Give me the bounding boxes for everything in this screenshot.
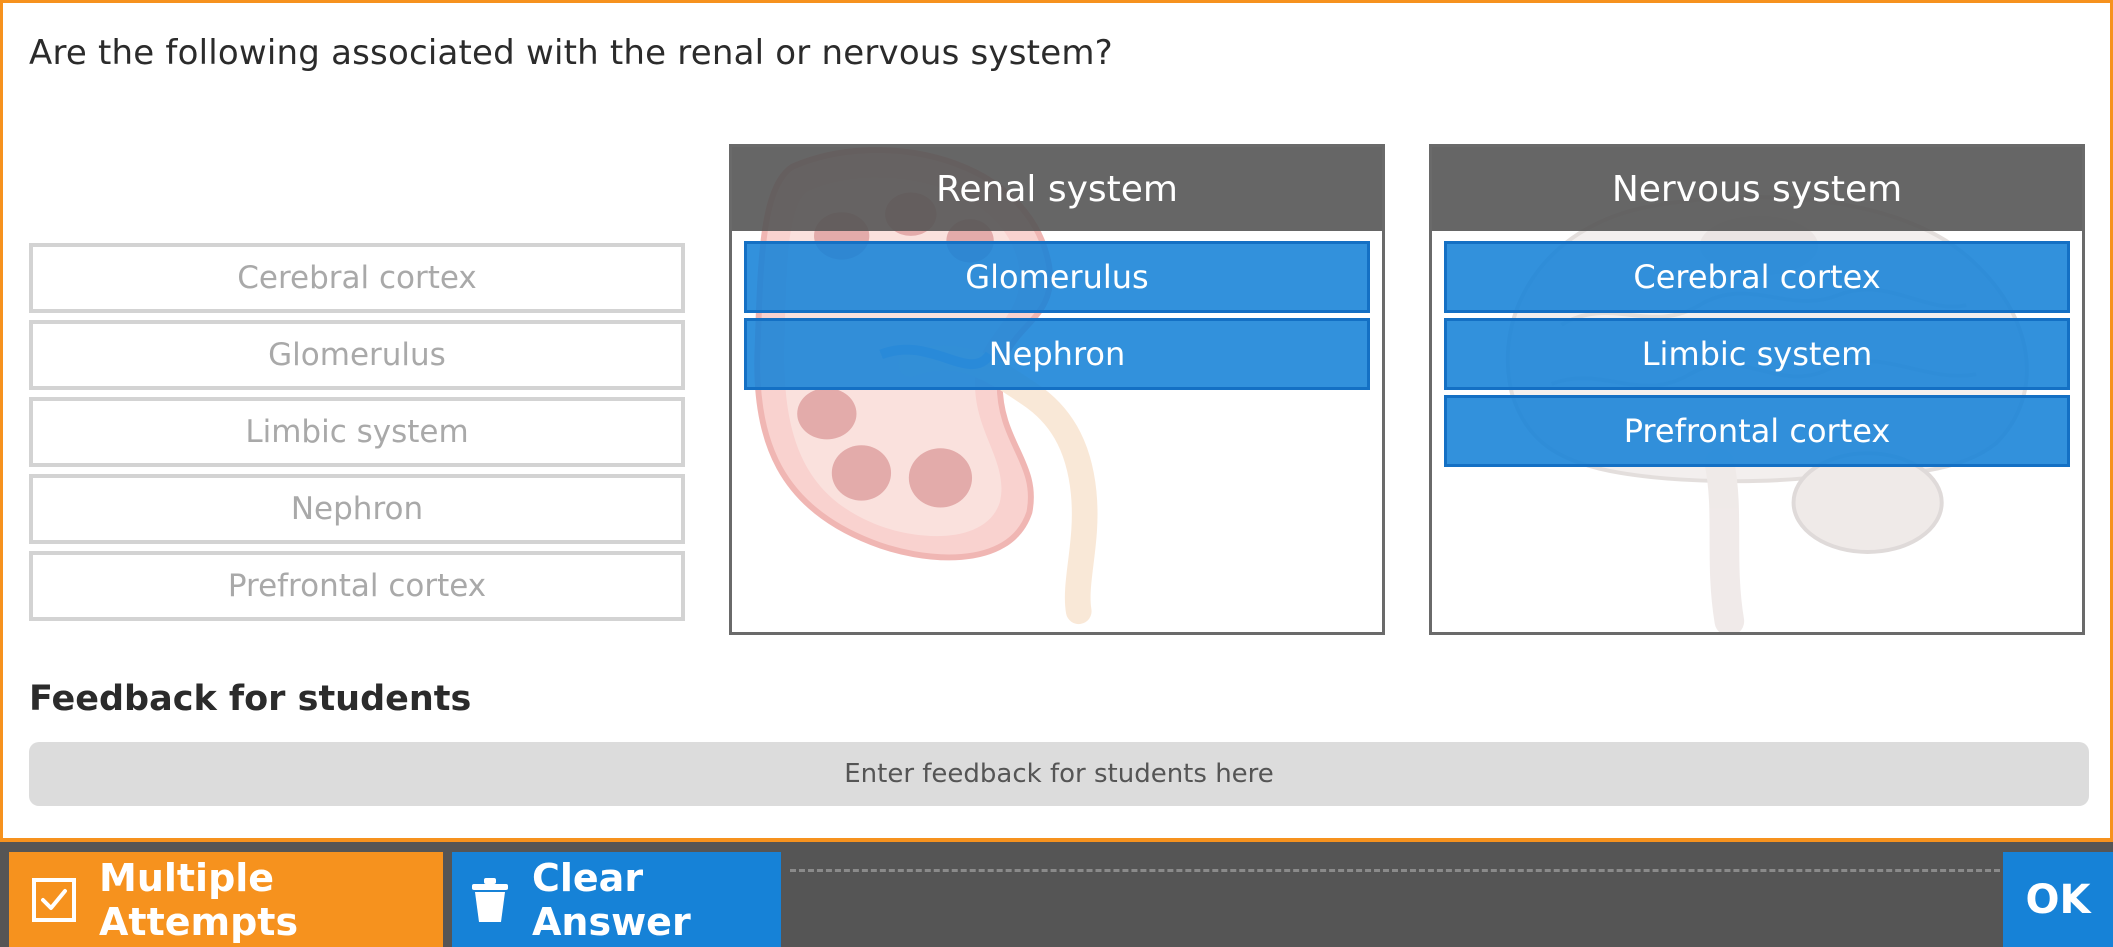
toolbar-divider [790, 869, 2000, 872]
renal-system-header: Renal system [732, 147, 1382, 231]
placed-answer-item[interactable]: Prefrontal cortex [1444, 395, 2070, 467]
multiple-attempts-button[interactable]: Multiple Attempts [9, 852, 443, 947]
nervous-system-header: Nervous system [1432, 147, 2082, 231]
clear-answer-label: Clear Answer [532, 855, 691, 944]
bottom-toolbar: Multiple Attempts Clear Answer OK [0, 842, 2113, 947]
question-panel: Are the following associated with the re… [0, 0, 2113, 842]
feedback-heading: Feedback for students [29, 679, 472, 719]
source-item[interactable]: Cerebral cortex [29, 243, 685, 313]
renal-system-answers: Glomerulus Nephron [744, 241, 1370, 395]
nervous-system-answers: Cerebral cortex Limbic system Prefrontal… [1444, 241, 2070, 472]
placed-answer-item[interactable]: Glomerulus [744, 241, 1370, 313]
source-item[interactable]: Glomerulus [29, 320, 685, 390]
nervous-system-dropzone[interactable]: Nervous system Cerebral cortex Limbic sy… [1429, 144, 2085, 635]
checkbox-checked-icon [31, 877, 77, 923]
feedback-input[interactable] [29, 742, 2089, 806]
source-item-list: Cerebral cortex Glomerulus Limbic system… [29, 243, 685, 628]
ok-button[interactable]: OK [2003, 852, 2113, 947]
multiple-attempts-label: Multiple Attempts [99, 855, 299, 944]
source-item[interactable]: Limbic system [29, 397, 685, 467]
placed-answer-item[interactable]: Nephron [744, 318, 1370, 390]
question-text: Are the following associated with the re… [29, 33, 1113, 73]
renal-system-dropzone[interactable]: Renal system Glomerulus Nephron [729, 144, 1385, 635]
source-item[interactable]: Nephron [29, 474, 685, 544]
placed-answer-item[interactable]: Limbic system [1444, 318, 2070, 390]
clear-answer-button[interactable]: Clear Answer [452, 852, 781, 947]
placed-answer-item[interactable]: Cerebral cortex [1444, 241, 2070, 313]
trash-icon [470, 876, 510, 924]
source-item[interactable]: Prefrontal cortex [29, 551, 685, 621]
